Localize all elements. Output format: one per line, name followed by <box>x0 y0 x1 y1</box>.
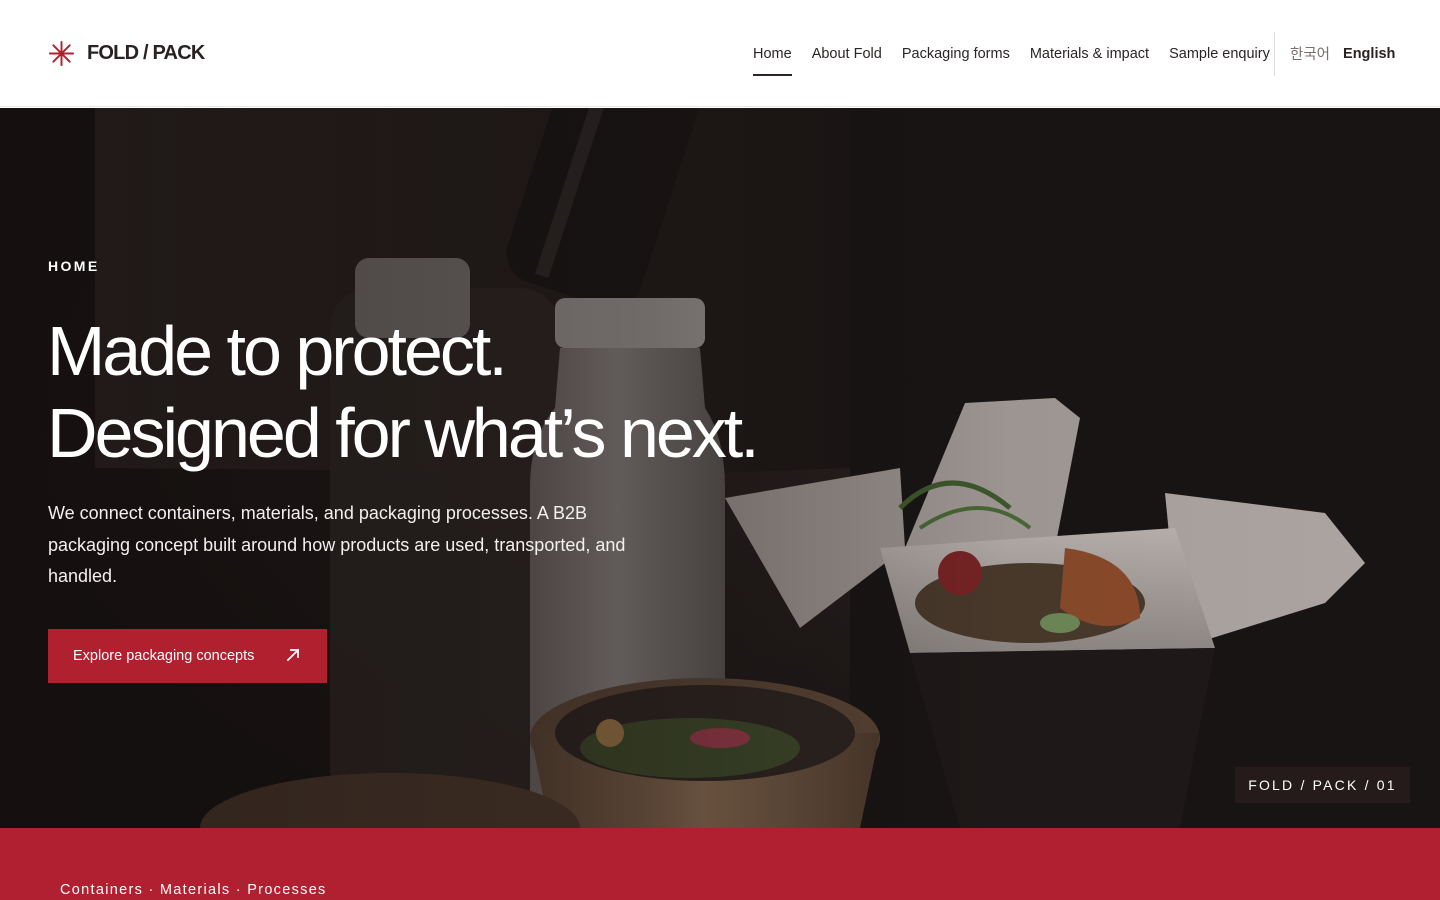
hero-eyebrow: HOME <box>48 258 100 274</box>
arrow-up-right-icon <box>286 648 300 662</box>
nav-item-sample-enquiry[interactable]: Sample enquiry <box>1169 0 1270 107</box>
nav-divider <box>1274 32 1275 76</box>
category-band: Containers · Materials · Processes <box>0 828 1440 900</box>
cta-label: Explore packaging concepts <box>73 648 255 664</box>
main-nav: Home About Fold Packaging forms Material… <box>753 0 1290 107</box>
hero-headline: Made to protect. Designed for what’s nex… <box>47 310 947 474</box>
nav-item-home[interactable]: Home <box>753 0 792 107</box>
language-switcher: 한국어 English <box>1290 0 1395 107</box>
band-text: Containers · Materials · Processes <box>60 882 327 898</box>
nav-item-materials-impact[interactable]: Materials & impact <box>1030 0 1149 107</box>
hero-headline-line-2: Designed for what’s next. <box>47 394 760 472</box>
hero-section: HOME Made to protect. Designed for what’… <box>0 108 1440 828</box>
language-korean[interactable]: 한국어 <box>1290 43 1330 64</box>
asterisk-icon <box>48 40 75 66</box>
hero-lead: We connect containers, materials, and pa… <box>48 503 626 586</box>
explore-concepts-button[interactable]: Explore packaging concepts <box>48 629 327 683</box>
site-header: FOLD / PACK Home About Fold Packaging fo… <box>0 0 1440 107</box>
hero-headline-line-1: Made to protect. <box>47 312 508 390</box>
language-english[interactable]: English <box>1343 46 1395 62</box>
nav-item-packaging-forms[interactable]: Packaging forms <box>902 0 1010 107</box>
hero-badge: FOLD / PACK / 01 <box>1235 767 1410 803</box>
brand-logo[interactable]: FOLD / PACK <box>48 39 205 67</box>
nav-item-about[interactable]: About Fold <box>812 0 882 107</box>
brand-name: FOLD / PACK <box>87 41 205 64</box>
